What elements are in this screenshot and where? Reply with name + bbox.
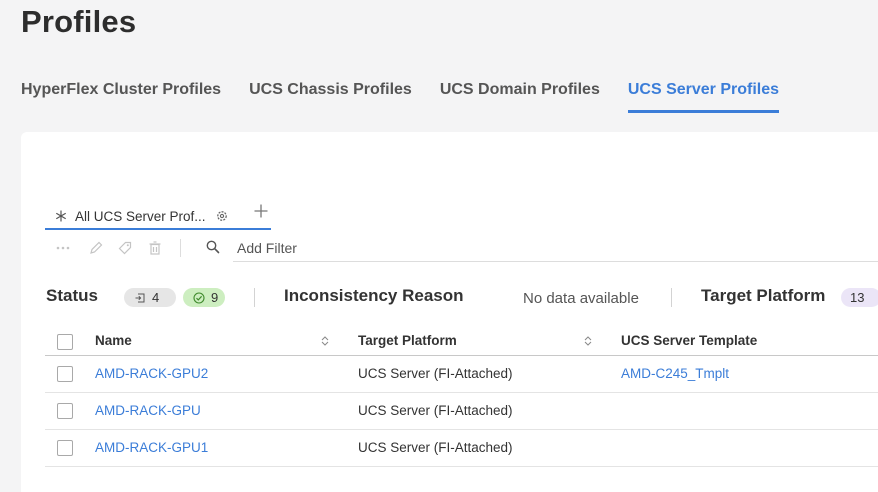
profiles-card: All UCS Server Prof... Add Filter Status… <box>21 132 878 492</box>
column-header-target-platform[interactable]: Target Platform <box>358 333 457 348</box>
tab-ucs-chassis-profiles[interactable]: UCS Chassis Profiles <box>249 81 412 113</box>
view-tab-all-ucs-server-profiles[interactable]: All UCS Server Prof... <box>45 204 271 230</box>
toolbar-divider <box>180 239 181 257</box>
status-label: Status <box>46 286 98 305</box>
column-header-ucs-server-template[interactable]: UCS Server Template <box>621 333 757 348</box>
status-not-deployed-pill[interactable]: 4 <box>124 288 176 307</box>
sort-icon[interactable] <box>584 335 592 347</box>
profile-name-link[interactable]: AMD-RACK-GPU1 <box>95 440 208 455</box>
filter-underline <box>233 261 878 262</box>
sort-icon[interactable] <box>321 335 329 347</box>
view-tab-label: All UCS Server Prof... <box>75 208 206 224</box>
edit-icon[interactable] <box>88 240 104 256</box>
summary-divider <box>254 288 255 307</box>
tab-ucs-server-profiles[interactable]: UCS Server Profiles <box>627 81 780 113</box>
tab-hyperflex-cluster-profiles[interactable]: HyperFlex Cluster Profiles <box>21 81 221 113</box>
table-row[interactable]: AMD-RACK-GPU2 UCS Server (FI-Attached) A… <box>45 356 878 393</box>
delete-icon[interactable] <box>147 240 163 256</box>
target-platform-count-pill[interactable]: 13 <box>841 288 878 307</box>
not-deployed-count: 4 <box>152 290 160 305</box>
target-platform-count: 13 <box>850 290 865 305</box>
target-platform-cell: UCS Server (FI-Attached) <box>358 366 513 381</box>
row-checkbox[interactable] <box>57 440 73 456</box>
profile-name-link[interactable]: AMD-RACK-GPU2 <box>95 366 208 381</box>
ok-count: 9 <box>211 290 219 305</box>
page-title: Profiles <box>21 4 137 39</box>
asterisk-icon <box>56 210 66 222</box>
plus-icon[interactable] <box>253 203 269 219</box>
select-all-checkbox[interactable] <box>57 334 73 350</box>
profiles-table: Name Target Platform UCS Server Template… <box>45 325 878 467</box>
profile-tabs: HyperFlex Cluster Profiles UCS Chassis P… <box>21 81 807 113</box>
target-platform-label: Target Platform <box>701 286 826 305</box>
table-header: Name Target Platform UCS Server Template <box>45 325 878 356</box>
not-deployed-icon <box>135 293 145 302</box>
table-row[interactable]: AMD-RACK-GPU1 UCS Server (FI-Attached) <box>45 430 878 467</box>
gear-icon[interactable] <box>216 210 228 222</box>
status-ok-pill[interactable]: 9 <box>183 288 225 307</box>
row-checkbox[interactable] <box>57 366 73 382</box>
tag-icon[interactable] <box>117 240 133 256</box>
add-filter-input[interactable]: Add Filter <box>237 240 297 256</box>
tab-ucs-domain-profiles[interactable]: UCS Domain Profiles <box>440 81 600 113</box>
check-circle-icon <box>193 291 205 304</box>
table-row[interactable]: AMD-RACK-GPU UCS Server (FI-Attached) <box>45 393 878 430</box>
more-icon[interactable] <box>55 240 71 256</box>
summary-divider <box>671 288 672 307</box>
inconsistency-no-data: No data available <box>523 290 639 307</box>
target-platform-cell: UCS Server (FI-Attached) <box>358 403 513 418</box>
table-toolbar: Add Filter <box>45 236 878 262</box>
server-template-link[interactable]: AMD-C245_Tmplt <box>621 366 729 381</box>
profile-name-link[interactable]: AMD-RACK-GPU <box>95 403 201 418</box>
row-checkbox[interactable] <box>57 403 73 419</box>
inconsistency-reason-label: Inconsistency Reason <box>284 286 464 305</box>
target-platform-cell: UCS Server (FI-Attached) <box>358 440 513 455</box>
summary-bar: Status 4 9 Inconsistency Reason No data … <box>46 286 878 308</box>
search-icon <box>206 240 220 254</box>
column-header-name[interactable]: Name <box>95 333 132 348</box>
